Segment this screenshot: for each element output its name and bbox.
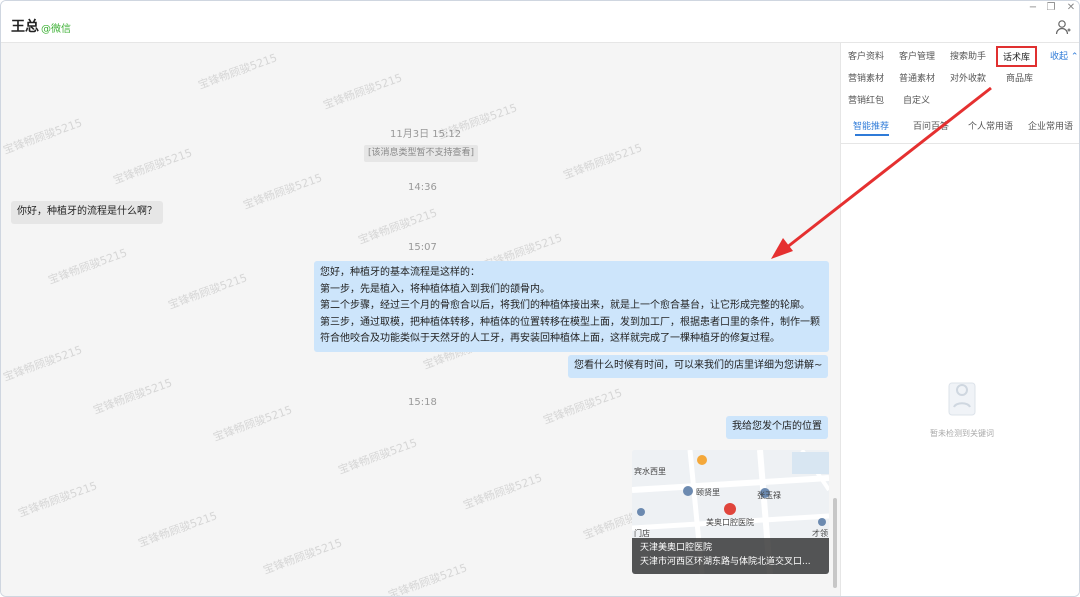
map-label: 颐贤里: [696, 488, 720, 497]
watermark: 宝锋畅顾骏5215: [461, 471, 544, 512]
watermark: 宝锋畅顾骏5215: [541, 386, 624, 427]
message-line: 第一步，先是植入，将种植体植入到我们的颌骨内。: [320, 283, 550, 295]
watermark: 宝锋畅顾骏5215: [196, 51, 279, 92]
tool-marketing-redpacket[interactable]: 营销红包: [848, 93, 884, 106]
tool-product-library[interactable]: 商品库: [1006, 71, 1033, 84]
contact-source-tag: @微信: [41, 24, 71, 35]
tool-customer-info[interactable]: 客户资料: [848, 49, 884, 62]
message-line: 第三步，通过取模，把种植体转移，种植体的位置转移在模型上面，发到加工厂，根据患者…: [320, 316, 820, 328]
watermark: 宝锋畅顾骏5215: [321, 71, 404, 112]
chat-window: 王总 @微信 − ❐ ✕ 宝锋畅顾骏5215 宝锋畅顾骏5215 宝锋畅顾骏52…: [0, 0, 1080, 597]
close-button[interactable]: ✕: [1063, 2, 1079, 13]
watermark: 宝锋畅顾骏5215: [91, 376, 174, 417]
location-card[interactable]: 宾水西里 颐贤里 张玉禄 美奥口腔医院 门店 才领 天津美奥口腔医院 天津市河西…: [632, 450, 829, 574]
chat-scrollbar[interactable]: [833, 498, 837, 588]
watermark: 宝锋畅顾骏5215: [336, 436, 419, 477]
map-label: 美奥口腔医院: [706, 518, 754, 527]
message-line: 第二个步骤，经过三个月的骨愈合以后，将我们的种植体接出来，就是上一个愈合基台，让…: [320, 300, 810, 312]
tool-customer-management[interactable]: 客户管理: [899, 49, 935, 62]
location-info: 天津美奥口腔医院 天津市河西区环湖东路与体院北道交叉口...: [632, 538, 829, 574]
tab-smart-recommend[interactable]: 智能推荐: [853, 119, 889, 132]
watermark: 宝锋畅顾骏5215: [166, 271, 249, 312]
tool-custom[interactable]: 自定义: [903, 93, 930, 106]
chat-area[interactable]: 宝锋畅顾骏5215 宝锋畅顾骏5215 宝锋畅顾骏5215 宝锋畅顾骏5215 …: [1, 43, 840, 596]
watermark: 宝锋畅顾骏5215: [386, 561, 469, 596]
watermark: 宝锋畅顾骏5215: [111, 146, 194, 187]
contact-profile-icon[interactable]: [1055, 19, 1071, 35]
title-bar: 王总 @微信 − ❐ ✕: [1, 1, 1079, 43]
watermark: 宝锋畅顾骏5215: [561, 141, 644, 182]
tab-faq[interactable]: 百问百答: [913, 119, 949, 132]
map-label: 张玉禄: [757, 491, 781, 500]
tool-marketing-materials[interactable]: 营销素材: [848, 71, 884, 84]
timestamp: 15:07: [408, 242, 437, 253]
tool-script-library[interactable]: 话术库: [996, 46, 1038, 67]
outgoing-message[interactable]: 您好，种植牙的基本流程是这样的： 第一步，先是植入，将种植体植入到我们的颌骨内。…: [314, 261, 829, 352]
tool-search-assistant[interactable]: 搜索助手: [950, 49, 986, 62]
collapse-button[interactable]: 收起 ⌃: [1050, 49, 1078, 62]
timestamp: 14:36: [408, 182, 437, 193]
tab-enterprise-phrases[interactable]: 企业常用语: [1028, 119, 1073, 132]
location-name: 天津美奥口腔医院: [640, 543, 713, 553]
tab-personal-phrases[interactable]: 个人常用语: [968, 119, 1013, 132]
contact-name: 王总: [11, 19, 39, 35]
empty-state-text: 暂未检测到关键词: [930, 429, 994, 438]
map-label: 宾水西里: [634, 467, 666, 476]
divider: [841, 143, 1079, 144]
active-tab-indicator: [855, 134, 889, 136]
watermark: 宝锋畅顾骏5215: [136, 509, 219, 550]
outgoing-message[interactable]: 您看什么时候有时间，可以来我们的店里详细为您讲解~: [568, 355, 829, 378]
watermark: 宝锋畅顾骏5215: [211, 403, 294, 444]
minimize-button[interactable]: −: [1025, 2, 1041, 13]
watermark: 宝锋畅顾骏5215: [1, 343, 84, 384]
tool-sidebar: 客户资料 客户管理 搜索助手 话术库 收起 ⌃ 营销素材 普通素材 对外收款 商…: [840, 43, 1079, 596]
timestamp: 15:18: [408, 397, 437, 408]
timestamp: 11月3日 15:12: [390, 129, 462, 140]
system-notice: [该消息类型暂不支持查看]: [364, 145, 479, 162]
watermark: 宝锋畅顾骏5215: [46, 246, 129, 287]
message-line: 符合他咬合及功能类似于天然牙的人工牙，再安装回种植体上面，这样就完成了一棵种植牙…: [320, 333, 780, 345]
restore-button[interactable]: ❐: [1043, 2, 1059, 13]
empty-state-icon: [945, 377, 979, 421]
tool-external-payment[interactable]: 对外收款: [950, 71, 986, 84]
watermark: 宝锋畅顾骏5215: [16, 479, 99, 520]
tool-common-materials[interactable]: 普通素材: [899, 71, 935, 84]
incoming-message[interactable]: 你好，种植牙的流程是什么啊？: [11, 201, 163, 224]
location-address: 天津市河西区环湖东路与体院北道交叉口...: [640, 557, 811, 567]
message-line: 您好，种植牙的基本流程是这样的：: [320, 267, 480, 278]
watermark: 宝锋畅顾骏5215: [241, 171, 324, 212]
watermark: 宝锋畅顾骏5215: [1, 116, 84, 157]
outgoing-message[interactable]: 我给您发个店的位置: [726, 416, 828, 439]
watermark: 宝锋畅顾骏5215: [261, 536, 344, 577]
